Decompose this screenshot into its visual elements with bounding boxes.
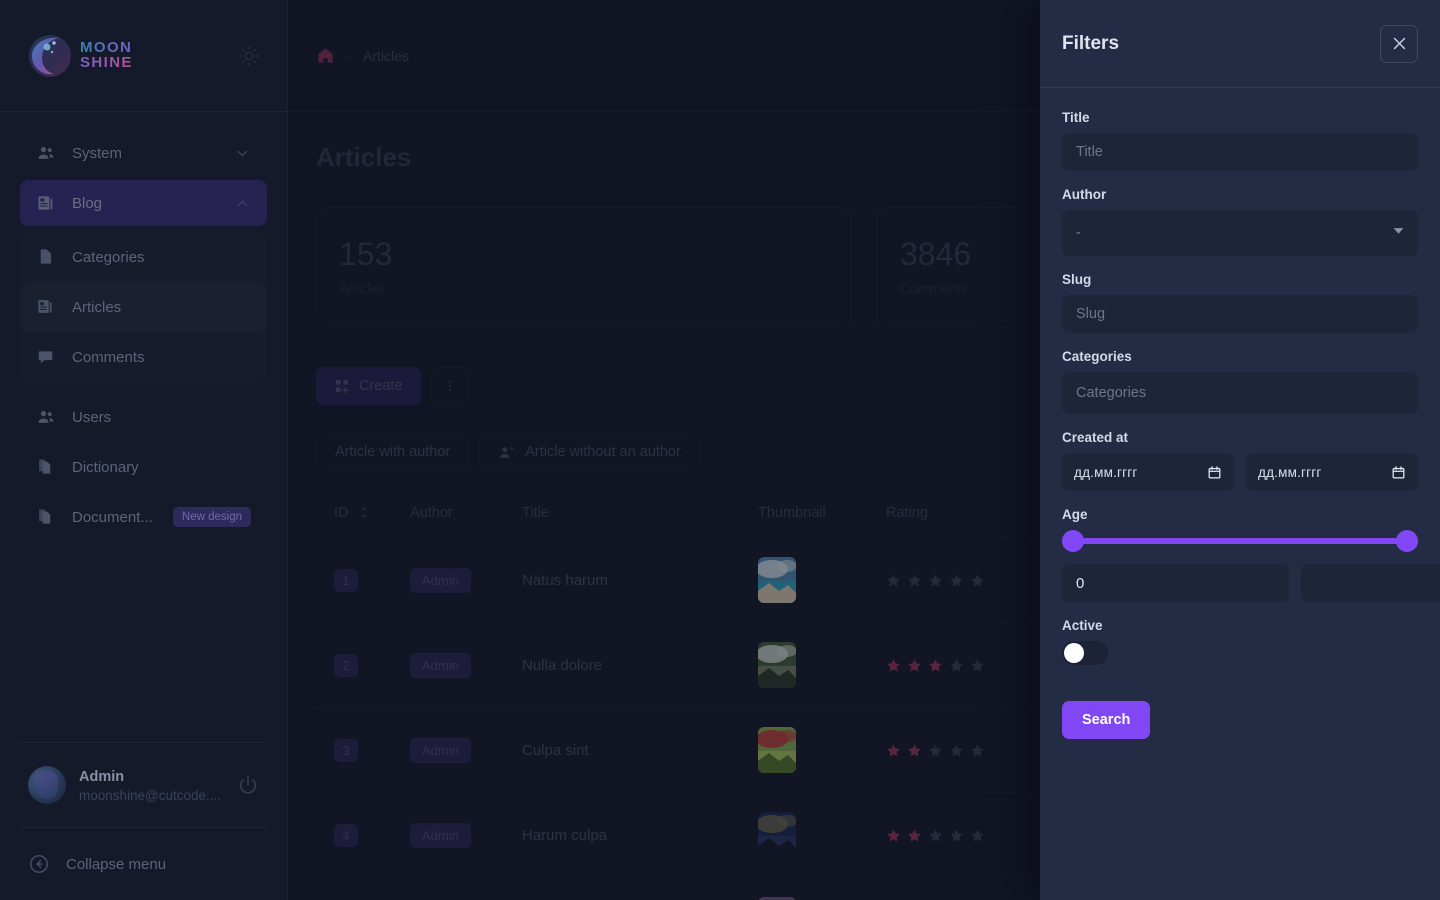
filter-label-categories: Categories <box>1062 349 1418 364</box>
sidebar-item-label: System <box>72 145 122 162</box>
date-placeholder: дд.мм.гггг <box>1258 465 1322 480</box>
brand-logo[interactable]: MOON SHINE <box>26 32 223 80</box>
date-range-row: дд.мм.гггг дд.мм.гггг <box>1062 453 1418 491</box>
age-number-row <box>1062 564 1418 602</box>
filters-panel: Filters Title Author - <box>1040 0 1440 900</box>
sun-icon[interactable] <box>233 40 265 72</box>
sidebar-item-comments[interactable]: Comments <box>20 332 267 382</box>
sidebar-item-categories[interactable]: Categories <box>20 232 267 282</box>
filter-field-author: Author - <box>1062 187 1418 256</box>
filters-panel-header: Filters <box>1040 0 1440 88</box>
sidebar-item-label: Document... <box>72 509 153 526</box>
user-email: moonshine@cutcode.... <box>79 788 224 803</box>
sidebar-item-label: Blog <box>72 195 102 212</box>
calendar-icon[interactable] <box>1207 465 1222 480</box>
avatar <box>28 766 66 804</box>
age-range-slider[interactable] <box>1062 530 1418 552</box>
date-placeholder: дд.мм.гггг <box>1074 465 1138 480</box>
filter-label-author: Author <box>1062 187 1418 202</box>
close-filters-button[interactable] <box>1380 25 1418 63</box>
news-icon <box>36 297 56 317</box>
sidebar: MOON SHINE <box>0 0 288 900</box>
age-min-input[interactable] <box>1062 564 1289 602</box>
sidebar-item-label: Users <box>72 409 111 426</box>
power-icon[interactable] <box>237 774 259 796</box>
sidebar-item-label: Dictionary <box>72 459 139 476</box>
calendar-icon[interactable] <box>1391 465 1406 480</box>
filter-field-active: Active <box>1062 618 1418 665</box>
sidebar-item-documentation[interactable]: Document... New design <box>20 494 267 540</box>
copy-icon <box>36 457 56 477</box>
age-max-input[interactable] <box>1301 564 1440 602</box>
collapse-menu-button[interactable]: Collapse menu <box>20 828 267 900</box>
title-input[interactable] <box>1062 133 1418 171</box>
sidebar-item-dictionary[interactable]: Dictionary <box>20 444 267 490</box>
sidebar-item-users[interactable]: Users <box>20 394 267 440</box>
slider-handle-min[interactable] <box>1062 530 1084 552</box>
sidebar-item-label: Articles <box>72 299 121 316</box>
categories-input[interactable] <box>1062 372 1418 414</box>
copy-icon <box>36 507 56 527</box>
moon-logo-icon <box>26 32 74 80</box>
slider-handle-max[interactable] <box>1396 530 1418 552</box>
author-select[interactable]: - <box>1062 210 1418 256</box>
filter-field-slug: Slug <box>1062 272 1418 333</box>
filters-panel-body: Title Author - Slug Catego <box>1040 88 1440 900</box>
search-button[interactable]: Search <box>1062 701 1150 739</box>
brand-line-2: SHINE <box>80 56 133 70</box>
users-icon <box>36 407 56 427</box>
filter-label-title: Title <box>1062 110 1418 125</box>
sidebar-header: MOON SHINE <box>0 0 287 112</box>
collapse-menu-label: Collapse menu <box>66 856 166 873</box>
sidebar-item-label: Categories <box>72 249 145 266</box>
user-info: Admin moonshine@cutcode.... <box>79 767 224 804</box>
user-name: Admin <box>79 767 224 789</box>
status-badge: New design <box>173 507 251 527</box>
filter-label-created-at: Created at <box>1062 430 1418 445</box>
filter-field-title: Title <box>1062 110 1418 171</box>
arrow-left-circle-icon <box>28 853 50 875</box>
file-icon <box>36 247 56 267</box>
filter-field-categories: Categories <box>1062 349 1418 414</box>
toggle-knob <box>1064 643 1084 663</box>
app-root: MOON SHINE <box>0 0 1440 900</box>
sidebar-submenu-blog: Categories Articles <box>20 230 267 384</box>
author-select-value: - <box>1076 225 1081 241</box>
created-at-to-input[interactable]: дд.мм.гггг <box>1246 453 1418 491</box>
user-profile[interactable]: Admin moonshine@cutcode.... <box>20 743 267 827</box>
created-at-from-input[interactable]: дд.мм.гггг <box>1062 453 1234 491</box>
chevron-up-icon <box>234 195 251 212</box>
chat-icon <box>36 347 56 367</box>
filter-field-created-at: Created at дд.мм.гггг дд.мм.гггг <box>1062 430 1418 491</box>
close-icon <box>1391 35 1408 52</box>
sidebar-item-articles[interactable]: Articles <box>20 282 267 332</box>
filters-panel-title: Filters <box>1062 33 1119 55</box>
chevron-down-icon <box>234 145 251 162</box>
sidebar-footer: Admin moonshine@cutcode.... Collapse men… <box>0 742 287 900</box>
sidebar-item-label: Comments <box>72 349 145 366</box>
news-icon <box>36 193 56 213</box>
users-icon <box>36 143 56 163</box>
filter-label-slug: Slug <box>1062 272 1418 287</box>
filter-label-active: Active <box>1062 618 1418 633</box>
author-select-wrapper: - <box>1062 210 1418 256</box>
sidebar-item-blog[interactable]: Blog <box>20 180 267 226</box>
filter-field-age: Age <box>1062 507 1418 602</box>
panel-overlay[interactable] <box>288 0 1040 900</box>
brand-text: MOON SHINE <box>80 41 133 70</box>
filter-label-age: Age <box>1062 507 1418 522</box>
slider-track <box>1062 538 1418 544</box>
sidebar-item-system[interactable]: System <box>20 130 267 176</box>
sidebar-nav: System Blog <box>0 112 287 742</box>
slug-input[interactable] <box>1062 295 1418 333</box>
active-toggle[interactable] <box>1062 641 1108 665</box>
